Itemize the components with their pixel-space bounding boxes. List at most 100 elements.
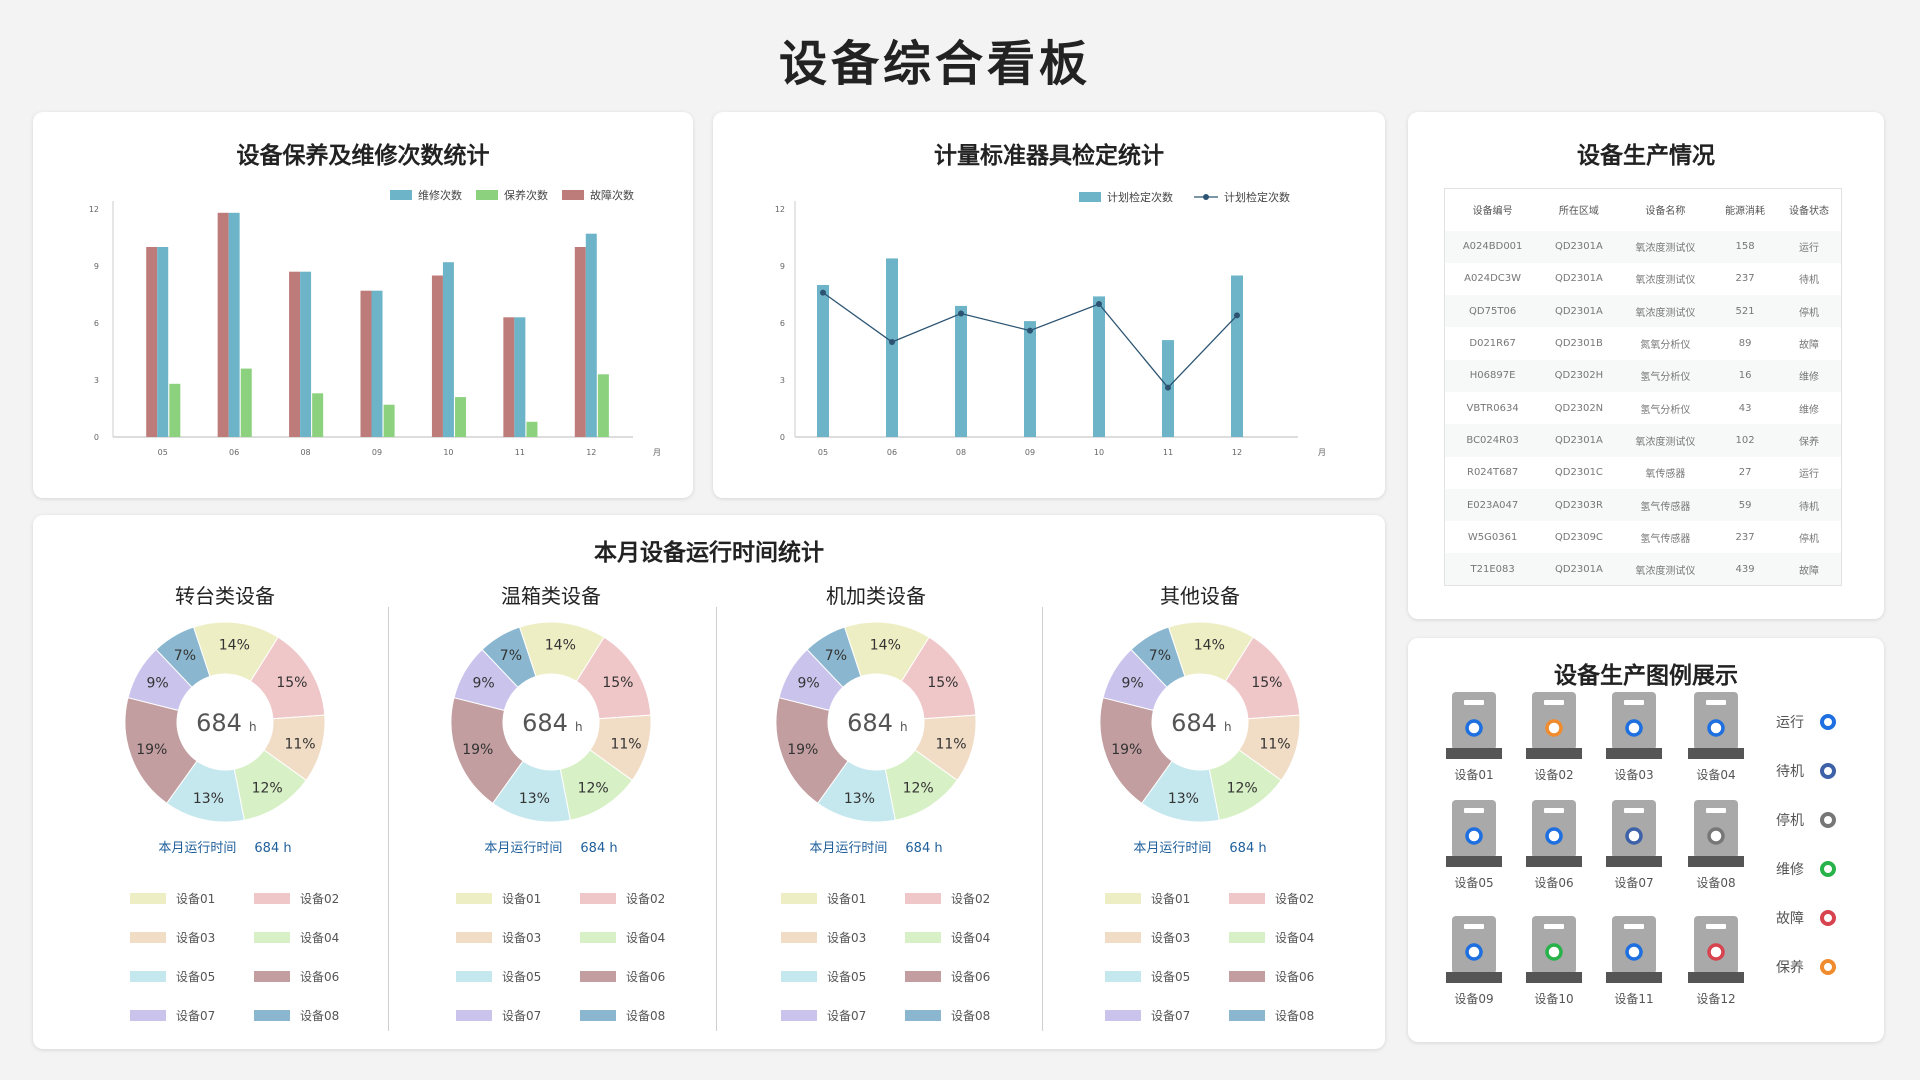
device-item[interactable]: 设备01 xyxy=(1444,690,1504,783)
slice-percent-label: 13% xyxy=(1168,791,1199,807)
table-cell: VBTR0634 xyxy=(1466,402,1519,414)
slice-percent-label: 12% xyxy=(903,781,934,797)
status-legend-item: 保养 xyxy=(1776,957,1836,977)
device-item[interactable]: 设备03 xyxy=(1604,690,1664,783)
line-point xyxy=(1027,327,1033,334)
table-row[interactable]: A024BD001 QD2301A 氧浓度测试仪 158 运行 xyxy=(1444,230,1842,263)
device-item[interactable]: 设备02 xyxy=(1524,690,1584,783)
donut-legend-item: 设备05 xyxy=(1105,968,1190,985)
maintenance-bar-chart: 0 3 6 9 12 05 06 08 09 10 11 12 月 维修次数 保养次数 故障次数 xyxy=(89,188,661,457)
table-row[interactable]: R024T687 QD2301C 氧传感器 27 运行 xyxy=(1445,457,1842,489)
table-cell: 氧浓度测试仪 xyxy=(1635,275,1696,287)
donut-chart: 14% 15% 11% 12% 13% 19% 9% 7% 684 h xyxy=(124,622,326,822)
y-tick-label: 6 xyxy=(780,319,785,328)
donut-legend-item: 设备04 xyxy=(580,929,665,946)
calibration-chart-card: 计量标准器具检定统计 0 3 6 9 12 05 06 08 09 10 11 12 月计划检定次数 计划… xyxy=(713,112,1385,498)
device-item[interactable]: 设备05 xyxy=(1444,798,1504,891)
runtime-summary: 本月运行时间 684 h xyxy=(431,837,671,856)
legend-label: 设备07 xyxy=(176,1009,216,1023)
legend-swatch xyxy=(1229,971,1265,982)
summary-label: 本月运行时间 xyxy=(484,841,563,856)
device-item[interactable]: 设备11 xyxy=(1604,914,1664,1007)
bar-upkeep xyxy=(240,368,252,437)
y-tick-label: 3 xyxy=(780,376,785,385)
runtime-card: 本月设备运行时间统计 转台类设备 14% 15% 11% 12% 13% 19% 9% 7% 68… xyxy=(33,515,1385,1049)
slice-percent-label: 9% xyxy=(798,676,820,692)
legend-swatch xyxy=(130,971,166,982)
table-row[interactable]: D021R67 QD2301B 氮氧分析仪 89 故障 xyxy=(1445,327,1842,359)
table-row[interactable]: A024DC3W QD2301A 氧浓度测试仪 237 待机 xyxy=(1445,263,1842,295)
slice-percent-label: 7% xyxy=(500,648,522,664)
device-item[interactable]: 设备04 xyxy=(1686,690,1746,783)
legend-label: 设备05 xyxy=(176,970,216,984)
donut-legend-item: 设备07 xyxy=(781,1007,866,1024)
table-row[interactable]: E023A047 QD2303R 氢气传感器 59 待机 xyxy=(1444,488,1842,522)
device-item[interactable]: 设备10 xyxy=(1524,914,1584,1007)
legend-swatch xyxy=(562,190,584,200)
slice-percent-label: 9% xyxy=(147,676,169,692)
slice-percent-label: 19% xyxy=(787,742,818,758)
line-point xyxy=(1096,301,1102,307)
legend-label: 设备02 xyxy=(951,892,991,906)
donut-legend-item: 设备08 xyxy=(905,1007,990,1024)
device-item[interactable]: 设备09 xyxy=(1444,914,1504,1007)
x-unit-label: 月 xyxy=(653,448,661,457)
bar-upkeep xyxy=(597,374,609,437)
status-legend-item: 运行 xyxy=(1776,712,1836,732)
server-slot xyxy=(1544,808,1564,813)
server-slot xyxy=(1706,700,1726,705)
table-cell: 59 xyxy=(1713,488,1777,522)
server-slot xyxy=(1624,700,1644,705)
bar-repair xyxy=(514,317,526,437)
slice-percent-label: 12% xyxy=(578,781,609,797)
legend-swatch xyxy=(456,1010,492,1021)
donut-center-value: 684 xyxy=(522,709,568,737)
table-cell: 氮氧分析仪 xyxy=(1640,340,1691,352)
server-slot xyxy=(1464,924,1484,929)
table-row[interactable]: BC024R03 QD2301A 氧浓度测试仪 102 保养 xyxy=(1444,424,1842,457)
status-ring-icon xyxy=(1820,861,1836,877)
legend-swatch xyxy=(456,971,492,982)
device-item[interactable]: 设备07 xyxy=(1604,798,1664,891)
table-cell: 439 xyxy=(1713,553,1777,586)
slice-percent-label: 11% xyxy=(935,736,966,752)
donut-legend-item: 设备03 xyxy=(781,929,866,946)
slice-percent-label: 14% xyxy=(1194,638,1225,654)
legend-swatch xyxy=(1105,932,1141,943)
legend-label: 设备01 xyxy=(176,892,216,906)
device-grid: 设备01 设备02 设备03 设备04 设备05 设备06 设备07 设备08 设备09 设备10… xyxy=(1408,638,1884,1042)
device-item[interactable]: 设备06 xyxy=(1524,798,1584,891)
table-row[interactable]: T21E083 QD2301A 氧浓度测试仪 439 故障 xyxy=(1444,553,1842,586)
server-icon xyxy=(1446,692,1502,759)
donut-legend-item: 设备01 xyxy=(781,890,866,907)
server-slot xyxy=(1464,700,1484,705)
table-cell: 氢气分析仪 xyxy=(1617,359,1714,392)
server-slot xyxy=(1624,808,1644,813)
x-tick-label: 09 xyxy=(1025,448,1035,457)
x-tick-label: 08 xyxy=(956,448,966,457)
line-point xyxy=(889,339,895,345)
slice-percent-label: 19% xyxy=(462,742,493,758)
table-cell: A024DC3W xyxy=(1464,273,1522,285)
legend-label: 设备06 xyxy=(951,970,991,984)
device-item[interactable]: 设备08 xyxy=(1686,798,1746,891)
device-item[interactable]: 设备12 xyxy=(1686,914,1746,1007)
table-header-row: 设备编号 所在区域 设备名称 能源消耗 设备状态 xyxy=(1444,188,1842,231)
donut-chart: 14% 15% 11% 12% 13% 19% 9% 7% 684 h xyxy=(450,622,652,822)
table-row[interactable]: H06897E QD2302H 氢气分析仪 16 维修 xyxy=(1444,359,1842,392)
server-slot xyxy=(1544,700,1564,705)
legend-swatch xyxy=(1105,893,1141,904)
bar-fault xyxy=(574,247,586,437)
table-cell: H06897E xyxy=(1444,359,1541,392)
table-row[interactable]: W5G0361 QD2309C 氢气传感器 237 停机 xyxy=(1445,521,1842,553)
table-row[interactable]: QD75T06 QD2301A 氧浓度测试仪 521 停机 xyxy=(1444,295,1842,328)
donut-legend-item: 设备02 xyxy=(905,890,990,907)
legend-label: 设备05 xyxy=(502,970,542,984)
server-icon xyxy=(1688,692,1744,759)
table-cell: W5G0361 xyxy=(1467,531,1518,543)
donut-legend-item: 设备07 xyxy=(1105,1007,1190,1024)
device-label: 设备03 xyxy=(1614,768,1654,782)
table-row[interactable]: VBTR0634 QD2302N 氢气分析仪 43 维修 xyxy=(1445,392,1842,424)
status-indicator-icon xyxy=(1707,827,1725,845)
slice-percent-label: 14% xyxy=(545,638,576,654)
